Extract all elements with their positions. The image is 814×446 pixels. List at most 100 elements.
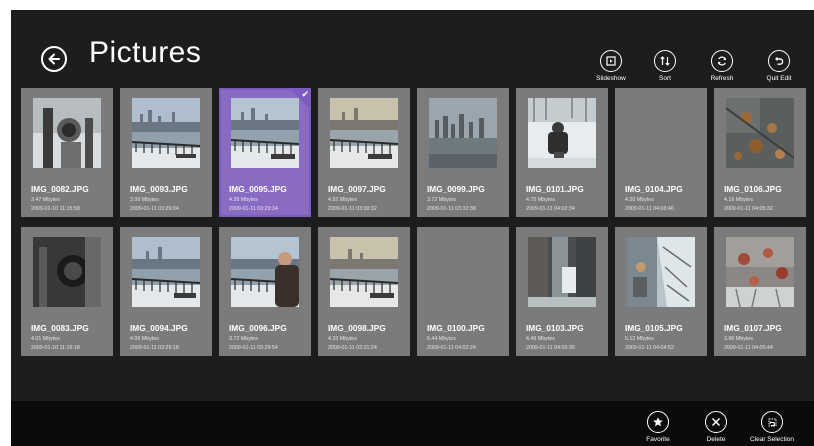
photo-filename: IMG_0099.JPG (427, 184, 485, 194)
clear-selection-button[interactable]: Clear Selection (741, 411, 803, 443)
photo-thumbnail (726, 98, 794, 168)
photo-date: 2009-01-11 03:29:34 (229, 206, 278, 212)
photo-tile[interactable]: IMG_0097.JPG 4.92 Mbytes 2009-01-11 03:3… (318, 88, 410, 217)
photo-filesize: 4.16 Mbytes (724, 197, 753, 203)
sort-button[interactable]: Sort (635, 50, 695, 82)
photo-filesize: 3.72 Mbytes (229, 336, 258, 342)
photo-filename: IMG_0098.JPG (328, 323, 386, 333)
photo-filename: IMG_0093.JPG (130, 184, 188, 194)
photo-date: 2009-01-11 04:02:34 (526, 206, 575, 212)
photo-filesize: 4.33 Mbytes (328, 336, 357, 342)
photo-thumbnail (726, 237, 794, 307)
slideshow-label: Slideshow (596, 75, 626, 82)
photo-thumbnail (330, 98, 398, 168)
photo-date: 2009-01-10 11:15:58 (31, 206, 80, 212)
photo-date: 2009-01-11 03:32:38 (427, 206, 476, 212)
slideshow-button[interactable]: Slideshow (581, 50, 641, 82)
photo-tile[interactable]: IMG_0100.JPG 5.44 Mbytes 2009-01-11 04:0… (417, 227, 509, 356)
photo-filesize: 4.28 Mbytes (229, 197, 258, 203)
photo-tile[interactable]: IMG_0098.JPG 4.33 Mbytes 2009-01-11 03:3… (318, 227, 410, 356)
photo-tile[interactable]: IMG_0093.JPG 3.99 Mbytes 2009-01-11 03:2… (120, 88, 212, 217)
photo-filename: IMG_0082.JPG (31, 184, 89, 194)
refresh-icon (717, 56, 727, 66)
photo-tile[interactable]: IMG_0103.JPG 4.49 Mbytes 2009-01-11 04:0… (516, 227, 608, 356)
photo-filesize: 3.47 Mbytes (31, 197, 60, 203)
photo-tile[interactable]: IMG_0107.JPG 3.96 Mbytes 2009-01-11 04:0… (714, 227, 806, 356)
photo-thumbnail (627, 237, 695, 307)
photo-tile[interactable]: IMG_0096.JPG 3.72 Mbytes 2009-01-11 03:2… (219, 227, 311, 356)
clear-selection-icon (768, 418, 777, 427)
photo-filename: IMG_0101.JPG (526, 184, 584, 194)
quit-edit-button[interactable]: Quit Edit (749, 50, 809, 82)
photo-tile[interactable]: IMG_0099.JPG 3.72 Mbytes 2009-01-11 03:3… (417, 88, 509, 217)
photo-filename: IMG_0104.JPG (625, 184, 683, 194)
photo-filename: IMG_0105.JPG (625, 323, 683, 333)
photo-filesize: 4.09 Mbytes (130, 336, 159, 342)
photo-thumbnail (33, 237, 101, 307)
photo-date: 2009-01-11 04:03:30 (526, 345, 575, 351)
photo-date: 2009-01-11 03:29:54 (229, 345, 278, 351)
photo-filesize: 5.12 Mbytes (625, 336, 654, 342)
delete-button[interactable]: Delete (685, 411, 747, 443)
photo-thumbnail (231, 237, 299, 307)
photo-filesize: 4.75 Mbytes (526, 197, 555, 203)
page-title: Pictures (89, 36, 202, 69)
photo-tile[interactable]: IMG_0083.JPG 4.01 Mbytes 2009-01-10 11:1… (21, 227, 113, 356)
photo-thumbnail (132, 237, 200, 307)
photo-date: 2009-01-11 03:30:32 (328, 206, 377, 212)
photo-date: 2009-01-11 04:03:46 (625, 206, 674, 212)
photo-filename: IMG_0097.JPG (328, 184, 386, 194)
photo-filename: IMG_0103.JPG (526, 323, 584, 333)
arrow-left-icon (48, 53, 60, 65)
favorite-label: Favorite (646, 436, 670, 443)
photo-date: 2009-01-10 11:16:18 (31, 345, 80, 351)
refresh-label: Refresh (710, 75, 734, 82)
slideshow-icon (606, 56, 616, 66)
close-icon (711, 417, 721, 427)
photo-tile[interactable]: IMG_0104.JPG 4.20 Mbytes 2009-01-11 04:0… (615, 88, 707, 217)
photo-thumbnail (429, 98, 497, 168)
photo-thumbnail (528, 98, 596, 168)
clear-selection-label: Clear Selection (749, 436, 795, 443)
photo-thumbnail (330, 237, 398, 307)
photo-date: 2009-01-11 03:29:18 (130, 345, 179, 351)
photo-thumbnail (528, 237, 596, 307)
app-window: Pictures Slideshow Sort Refresh Quit Edi… (11, 10, 814, 446)
photo-filename: IMG_0094.JPG (130, 323, 188, 333)
photo-thumbnail (33, 98, 101, 168)
photo-filename: IMG_0106.JPG (724, 184, 782, 194)
photo-filesize: 3.96 Mbytes (724, 336, 753, 342)
photo-filename: IMG_0107.JPG (724, 323, 782, 333)
checkmark-icon: ✔ (301, 89, 309, 99)
photo-tile[interactable]: IMG_0082.JPG 3.47 Mbytes 2009-01-10 11:1… (21, 88, 113, 217)
photo-tile[interactable]: IMG_0105.JPG 5.12 Mbytes 2009-01-11 04:0… (615, 227, 707, 356)
back-button[interactable] (41, 46, 67, 72)
photo-filename: IMG_0096.JPG (229, 323, 287, 333)
photo-filesize: 5.44 Mbytes (427, 336, 456, 342)
sort-icon (660, 56, 670, 66)
delete-label: Delete (706, 436, 726, 443)
photo-thumbnail (132, 98, 200, 168)
photo-filename: IMG_0095.JPG (229, 184, 287, 194)
photo-date: 2009-01-11 04:05:32 (724, 206, 773, 212)
photo-tile[interactable]: IMG_0106.JPG 4.16 Mbytes 2009-01-11 04:0… (714, 88, 806, 217)
photo-filesize: 4.20 Mbytes (625, 197, 654, 203)
photo-date: 2009-01-11 03:31:24 (328, 345, 377, 351)
photo-date: 2009-01-11 04:04:52 (625, 345, 674, 351)
undo-icon (775, 56, 784, 65)
photo-filename: IMG_0100.JPG (427, 323, 485, 333)
app-bar: Favorite Delete Clear Selection (11, 401, 814, 446)
photo-date: 2009-01-11 04:02:24 (427, 345, 476, 351)
photo-filename: IMG_0083.JPG (31, 323, 89, 333)
photo-filesize: 4.01 Mbytes (31, 336, 60, 342)
photo-tile[interactable]: IMG_0101.JPG 4.75 Mbytes 2009-01-11 04:0… (516, 88, 608, 217)
quit-edit-label: Quit Edit (766, 75, 792, 82)
photo-tile-selected[interactable]: ✔ IMG_0095.JPG 4.28 Mbytes 2009-01-11 03… (219, 88, 311, 217)
photo-date: 2009-01-11 04:05:44 (724, 345, 773, 351)
photo-filesize: 3.72 Mbytes (427, 197, 456, 203)
photo-tile[interactable]: IMG_0094.JPG 4.09 Mbytes 2009-01-11 03:2… (120, 227, 212, 356)
favorite-button[interactable]: Favorite (627, 411, 689, 443)
refresh-button[interactable]: Refresh (692, 50, 752, 82)
sort-label: Sort (659, 75, 671, 82)
star-icon (653, 417, 663, 427)
